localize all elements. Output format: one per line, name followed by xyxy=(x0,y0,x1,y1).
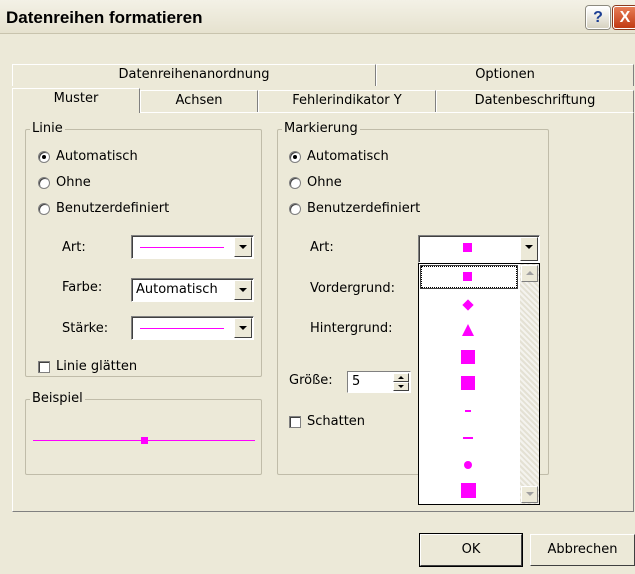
markierung-art-select[interactable] xyxy=(418,235,540,263)
linie-staerke-select[interactable] xyxy=(131,316,254,340)
marker-option-square-selected[interactable] xyxy=(420,265,518,289)
abbrechen-button[interactable]: Abbrechen xyxy=(530,534,635,566)
radio-dot-icon xyxy=(38,151,50,163)
schatten-label: Schatten xyxy=(307,414,366,429)
marker-option-long-dash[interactable] xyxy=(419,425,519,451)
vordergrund-label: Vordergrund: xyxy=(310,281,396,296)
markierung-radio-ohne-label: Ohne xyxy=(307,175,342,190)
dropdown-scrollbar[interactable] xyxy=(520,264,539,504)
spinner-buttons xyxy=(393,373,409,391)
dialog-title: Datenreihen formatieren xyxy=(6,8,203,27)
linie-glaetten-label: Linie glätten xyxy=(56,359,138,374)
checkbox-icon xyxy=(38,361,50,373)
linie-radio-ohne-label: Ohne xyxy=(56,175,91,190)
beispiel-marker-preview xyxy=(141,437,148,444)
groesse-value: 5 xyxy=(352,374,361,389)
tab-datenreihenanordnung[interactable]: Datenreihenanordnung xyxy=(12,64,376,86)
scroll-down-icon[interactable] xyxy=(521,486,538,503)
chevron-down-icon[interactable] xyxy=(520,237,538,261)
linie-radio-automatisch-label: Automatisch xyxy=(56,149,138,164)
square-marker-icon xyxy=(461,483,476,498)
tab-fehlerindikator-y[interactable]: Fehlerindikator Y xyxy=(258,90,436,112)
tab-datenbeschriftung[interactable]: Datenbeschriftung xyxy=(436,90,634,112)
schatten-checkbox[interactable]: Schatten xyxy=(289,413,365,431)
line-weight-preview xyxy=(140,328,224,329)
radio-dot-icon xyxy=(289,203,301,215)
ok-button[interactable]: OK xyxy=(420,534,522,566)
chevron-down-icon[interactable] xyxy=(234,318,252,338)
square-marker-icon xyxy=(461,350,475,364)
linie-farbe-label: Farbe: xyxy=(62,280,103,295)
marker-option-short-dash[interactable] xyxy=(419,398,519,424)
linie-radio-benutzerdefiniert-label: Benutzerdefiniert xyxy=(56,201,170,216)
beispiel-group-label: Beispiel xyxy=(30,391,85,406)
linie-radio-automatisch[interactable]: Automatisch xyxy=(38,148,138,166)
spin-down-icon[interactable] xyxy=(393,382,409,391)
linie-radio-ohne[interactable]: Ohne xyxy=(38,174,91,192)
linie-farbe-value: Automatisch xyxy=(136,282,218,297)
marker-option-triangle[interactable] xyxy=(419,317,519,343)
groesse-label: Größe: xyxy=(289,373,333,388)
title-bar: Datenreihen formatieren ? X xyxy=(0,0,635,34)
marker-option-square-bottom[interactable] xyxy=(419,478,519,504)
linie-farbe-select[interactable]: Automatisch xyxy=(131,278,254,302)
markierung-radio-automatisch[interactable]: Automatisch xyxy=(289,148,389,166)
groesse-spinner[interactable]: 5 xyxy=(347,371,411,393)
linie-group-label: Linie xyxy=(30,121,65,136)
spin-up-icon[interactable] xyxy=(393,373,409,382)
hintergrund-label: Hintergrund: xyxy=(310,321,393,336)
scroll-up-icon[interactable] xyxy=(521,265,538,282)
radio-dot-icon xyxy=(289,177,301,189)
linie-art-select[interactable] xyxy=(131,235,254,259)
marker-style-dropdown-list[interactable] xyxy=(418,263,540,505)
markierung-art-label: Art: xyxy=(310,240,334,255)
tab-muster[interactable]: Muster xyxy=(12,88,140,113)
chevron-down-icon[interactable] xyxy=(234,237,252,257)
radio-dot-icon xyxy=(38,203,50,215)
radio-dot-icon xyxy=(38,177,50,189)
triangle-marker-icon xyxy=(462,324,474,336)
tab-achsen[interactable]: Achsen xyxy=(140,90,258,112)
linie-staerke-label: Stärke: xyxy=(62,321,109,336)
marker-option-diamond[interactable] xyxy=(419,291,519,317)
linie-art-label: Art: xyxy=(62,240,86,255)
tab-optionen[interactable]: Optionen xyxy=(376,64,634,86)
marker-option-square-large[interactable] xyxy=(419,344,519,370)
square-marker-icon xyxy=(463,272,472,281)
marker-option-square-large-2[interactable] xyxy=(419,371,519,397)
markierung-radio-benutzerdefiniert[interactable]: Benutzerdefiniert xyxy=(289,200,420,218)
diamond-marker-icon xyxy=(462,299,474,311)
markierung-radio-ohne[interactable]: Ohne xyxy=(289,174,342,192)
short-dash-marker-icon xyxy=(465,410,471,412)
square-marker-icon xyxy=(461,376,475,390)
circle-marker-icon xyxy=(464,461,472,469)
square-marker-icon xyxy=(463,243,472,252)
markierung-group-label: Markierung xyxy=(282,121,360,136)
markierung-radio-automatisch-label: Automatisch xyxy=(307,149,389,164)
radio-dot-icon xyxy=(289,151,301,163)
linie-radio-benutzerdefiniert[interactable]: Benutzerdefiniert xyxy=(38,200,169,218)
long-dash-marker-icon xyxy=(463,437,473,439)
line-style-preview xyxy=(140,247,224,248)
close-button[interactable]: X xyxy=(613,6,635,29)
checkbox-icon xyxy=(289,416,301,428)
linie-glaetten-checkbox[interactable]: Linie glätten xyxy=(38,358,137,376)
chevron-down-icon[interactable] xyxy=(234,280,252,300)
help-button[interactable]: ? xyxy=(586,6,610,29)
marker-option-circle[interactable] xyxy=(419,452,519,478)
markierung-radio-benutzerdefiniert-label: Benutzerdefiniert xyxy=(307,201,421,216)
